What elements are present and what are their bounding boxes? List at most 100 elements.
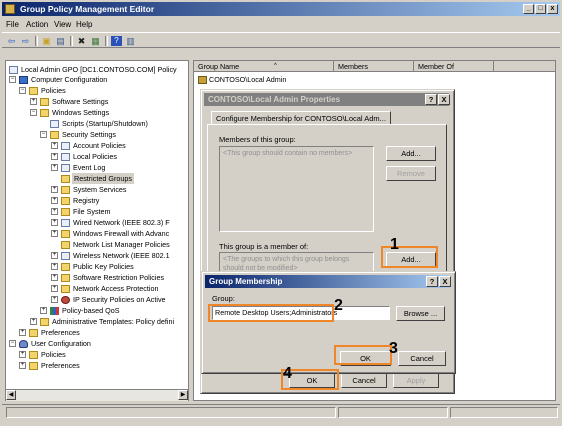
help-button[interactable]: ? xyxy=(425,94,437,105)
tree-horizontal-scrollbar[interactable]: ◀ ▶ xyxy=(6,389,188,401)
status-panel-2 xyxy=(338,407,448,418)
security-icon xyxy=(50,131,59,139)
policy-icon xyxy=(61,153,70,161)
toolbar-separator xyxy=(35,36,38,46)
show-hide-tree-icon[interactable]: ▤ xyxy=(55,36,66,46)
delete-icon[interactable]: ✖ xyxy=(76,36,87,46)
expand-icon[interactable]: + xyxy=(51,252,58,259)
highlight-step-3 xyxy=(334,345,392,365)
tab-configure-membership[interactable]: Configure Membership for CONTOSO\Local A… xyxy=(211,111,391,125)
collapse-icon[interactable]: − xyxy=(19,87,26,94)
expand-icon[interactable]: + xyxy=(51,263,58,270)
toolbar-separator xyxy=(70,36,73,46)
expand-icon[interactable]: + xyxy=(51,230,58,237)
export-list-icon[interactable]: ▦ xyxy=(90,36,101,46)
menu-view[interactable]: View xyxy=(54,20,71,29)
group-icon xyxy=(198,76,207,85)
restricted-groups-icon xyxy=(61,175,70,183)
members-list[interactable]: <This group should contain no members> xyxy=(219,146,374,232)
status-panel-main xyxy=(6,407,336,418)
step-number-2: 2 xyxy=(334,297,343,314)
file-system-icon xyxy=(61,208,70,216)
collapse-icon[interactable]: − xyxy=(40,131,47,138)
collapse-icon[interactable]: − xyxy=(9,76,16,83)
step-number-3: 3 xyxy=(389,340,398,357)
menu-file[interactable]: File xyxy=(6,20,19,29)
registry-icon xyxy=(61,197,70,205)
collapse-icon[interactable]: − xyxy=(9,340,16,347)
group-membership-title: Group Membership xyxy=(205,275,450,288)
up-folder-icon[interactable]: ▣ xyxy=(41,36,52,46)
properties-apply-button[interactable]: Apply xyxy=(393,373,439,388)
membership-help-button[interactable]: ? xyxy=(426,276,438,287)
services-icon xyxy=(61,186,70,194)
membership-cancel-button[interactable]: Cancel xyxy=(398,351,446,366)
window-title: Group Policy Management Editor xyxy=(20,4,155,14)
step-number-1: 1 xyxy=(390,236,399,253)
expand-icon[interactable]: + xyxy=(51,197,58,204)
expand-icon[interactable]: + xyxy=(51,296,58,303)
qos-chart-icon xyxy=(50,307,59,315)
policy-doc-icon xyxy=(9,66,18,74)
membership-close-button[interactable]: X xyxy=(439,276,451,287)
status-panel-3 xyxy=(450,407,558,418)
collapse-icon[interactable]: − xyxy=(30,109,37,116)
members-label: Members of this group: xyxy=(219,135,296,144)
folder-icon xyxy=(61,230,70,238)
properties-dialog-title: CONTOSO\Local Admin Properties xyxy=(204,93,449,106)
expand-icon[interactable]: + xyxy=(40,307,47,314)
back-icon[interactable]: ⇦ xyxy=(6,36,17,46)
folder-icon xyxy=(40,98,49,106)
expand-icon[interactable]: + xyxy=(30,98,37,105)
folder-icon xyxy=(29,329,38,337)
list-item-local-admin[interactable]: CONTOSO\Local Admin xyxy=(198,74,286,85)
expand-icon[interactable]: + xyxy=(51,285,58,292)
column-member-of[interactable]: Member Of xyxy=(414,61,494,72)
remove-member-button[interactable]: Remove xyxy=(386,166,436,181)
properties-icon[interactable]: ▥ xyxy=(125,36,136,46)
sort-ascending-icon: ^ xyxy=(274,63,277,69)
expand-icon[interactable]: + xyxy=(51,186,58,193)
forward-icon[interactable]: ⇨ xyxy=(20,36,31,46)
scroll-right-icon[interactable]: ▶ xyxy=(178,390,188,400)
expand-icon[interactable]: + xyxy=(51,153,58,160)
dialog-close-button[interactable]: X xyxy=(438,94,450,105)
properties-cancel-button[interactable]: Cancel xyxy=(341,373,387,388)
add-member-button[interactable]: Add... xyxy=(386,146,436,161)
group-label: Group: xyxy=(212,294,235,303)
menu-bar: File Action View Help xyxy=(2,18,560,31)
expand-icon[interactable]: + xyxy=(51,164,58,171)
column-members[interactable]: Members xyxy=(334,61,414,72)
browse-button[interactable]: Browse ... xyxy=(396,306,445,321)
expand-icon[interactable]: + xyxy=(51,208,58,215)
column-group-name[interactable]: Group Name ^ xyxy=(194,61,334,72)
ip-security-icon xyxy=(61,296,70,304)
step-number-4: 4 xyxy=(283,365,292,382)
menu-action[interactable]: Action xyxy=(26,20,48,29)
policy-icon xyxy=(61,142,70,150)
folder-icon xyxy=(29,351,38,359)
expand-icon[interactable]: + xyxy=(51,142,58,149)
user-icon xyxy=(19,340,28,348)
menu-help[interactable]: Help xyxy=(76,20,92,29)
folder-icon xyxy=(61,241,70,249)
scripts-icon xyxy=(50,120,59,128)
expand-icon[interactable]: + xyxy=(51,274,58,281)
column-filler xyxy=(494,61,555,72)
close-button[interactable]: x xyxy=(547,4,558,14)
folder-icon xyxy=(40,109,49,117)
maximize-button[interactable]: □ xyxy=(535,4,546,14)
title-bar: Group Policy Management Editor _ □ x xyxy=(2,2,560,16)
toolbar: ⇦ ⇨ ▣ ▤ ✖ ▦ ? ▥ xyxy=(2,32,560,48)
folder-icon xyxy=(61,263,70,271)
folder-icon xyxy=(29,87,38,95)
expand-icon[interactable]: + xyxy=(19,362,26,369)
scroll-left-icon[interactable]: ◀ xyxy=(6,390,16,400)
expand-icon[interactable]: + xyxy=(51,219,58,226)
expand-icon[interactable]: + xyxy=(19,329,26,336)
minimize-button[interactable]: _ xyxy=(523,4,534,14)
expand-icon[interactable]: + xyxy=(19,351,26,358)
help-icon[interactable]: ? xyxy=(111,36,122,46)
toolbar-separator xyxy=(105,36,108,46)
expand-icon[interactable]: + xyxy=(30,318,37,325)
